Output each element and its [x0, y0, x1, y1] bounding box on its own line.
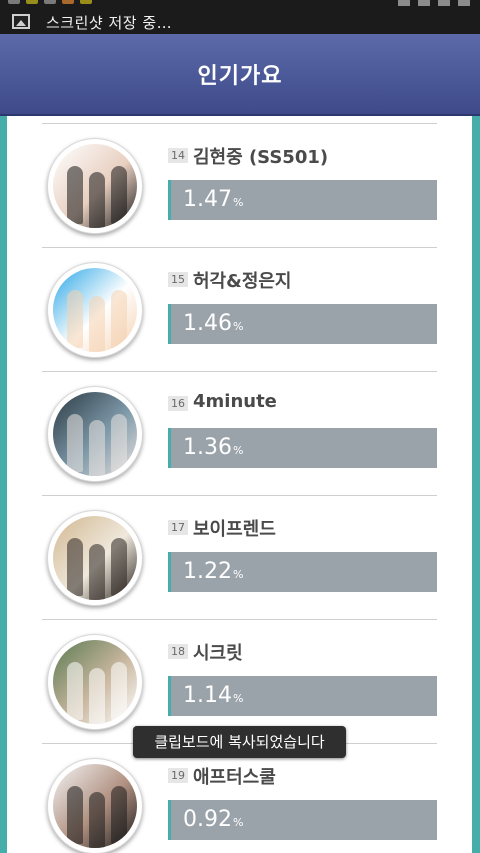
system-icon — [418, 0, 430, 6]
percent-unit: % — [232, 692, 244, 705]
photo-figure — [89, 296, 105, 352]
artist-photo-image — [53, 392, 137, 476]
screenshot-image-icon — [12, 14, 30, 29]
notification-icon — [8, 0, 20, 4]
photo-figure — [89, 544, 105, 600]
vote-share-bar: 1.46% — [168, 304, 437, 344]
vote-share-value: 0.92% — [183, 807, 243, 832]
photo-figure — [67, 662, 83, 720]
vote-share-bar: 1.22% — [168, 552, 437, 592]
percent-unit: % — [232, 568, 244, 581]
notification-icon — [80, 0, 92, 4]
row-divider — [42, 247, 437, 248]
vote-share-bar: 1.47% — [168, 180, 437, 220]
row-divider — [42, 619, 437, 620]
ranking-row[interactable]: 14 김현중 (SS501) 1.47% — [7, 116, 472, 240]
vote-share-value: 1.47% — [183, 187, 243, 212]
header-bar: 인기가요 — [0, 34, 480, 116]
photo-figure — [111, 662, 127, 720]
artist-name: 허각&정은지 — [193, 271, 292, 292]
artist-photo-image — [53, 268, 137, 352]
photo-figure — [67, 538, 83, 596]
row-divider — [42, 371, 437, 372]
artist-photo-image — [53, 144, 137, 228]
vote-share-value: 1.46% — [183, 311, 243, 336]
photo-figure — [67, 786, 83, 844]
photo-figure — [89, 172, 105, 228]
percent-number: 1.22 — [183, 559, 232, 584]
rank-number: 19 — [168, 768, 188, 783]
system-icons — [398, 0, 470, 6]
photo-figure — [111, 166, 127, 224]
row-divider — [42, 123, 437, 124]
artist-photo[interactable] — [47, 386, 143, 482]
rank-number: 17 — [168, 520, 188, 535]
ranking-row[interactable]: 17 보이프렌드 1.22% — [7, 488, 472, 612]
photo-figure — [67, 290, 83, 348]
percent-unit: % — [232, 816, 244, 829]
artist-photo[interactable] — [47, 262, 143, 358]
artist-photo-image — [53, 764, 137, 848]
system-icon — [398, 0, 410, 6]
photo-figure — [89, 668, 105, 724]
photo-figure — [89, 420, 105, 476]
system-icon — [438, 0, 450, 6]
percent-number: 1.46 — [183, 311, 232, 336]
ranking-row[interactable]: 18 시크릿 1.14% — [7, 612, 472, 736]
vote-share-value: 1.14% — [183, 683, 243, 708]
photo-figure — [67, 166, 83, 224]
notification-icon — [62, 0, 74, 4]
artist-photo-image — [53, 640, 137, 724]
artist-name: 김현중 (SS501) — [193, 147, 329, 168]
vote-share-bar: 0.92% — [168, 800, 437, 840]
percent-number: 1.36 — [183, 435, 232, 460]
percent-number: 0.92 — [183, 807, 232, 832]
photo-figure — [89, 792, 105, 848]
notification-text: 스크린샷 저장 중… — [46, 14, 173, 32]
photo-figure — [111, 786, 127, 844]
ranking-row[interactable]: 16 4minute 1.36% — [7, 364, 472, 488]
notification-icon — [26, 0, 38, 4]
percent-number: 1.47 — [183, 187, 232, 212]
rank-number: 18 — [168, 644, 188, 659]
artist-name: 보이프렌드 — [193, 519, 276, 540]
vote-share-value: 1.36% — [183, 435, 243, 460]
vote-share-value: 1.22% — [183, 559, 243, 584]
artist-photo-image — [53, 516, 137, 600]
percent-unit: % — [232, 196, 244, 209]
rank-number: 16 — [168, 396, 188, 411]
rank-number: 14 — [168, 148, 188, 163]
artist-name: 애프터스쿨 — [193, 767, 276, 788]
page-title: 인기가요 — [197, 64, 283, 89]
notification-icon — [44, 0, 56, 4]
row-divider — [42, 495, 437, 496]
notification-icons — [8, 0, 92, 6]
system-icon — [458, 0, 470, 6]
vote-share-bar: 1.14% — [168, 676, 437, 716]
artist-photo[interactable] — [47, 510, 143, 606]
artist-name: 시크릿 — [193, 643, 243, 664]
percent-unit: % — [232, 444, 244, 457]
vote-share-bar: 1.36% — [168, 428, 437, 468]
rank-number: 15 — [168, 272, 188, 287]
artist-photo[interactable] — [47, 634, 143, 730]
photo-figure — [111, 538, 127, 596]
percent-unit: % — [232, 320, 244, 333]
ranking-row[interactable]: 15 허각&정은지 1.46% — [7, 240, 472, 364]
percent-number: 1.14 — [183, 683, 232, 708]
status-bar: 스크린샷 저장 중… — [0, 0, 480, 34]
toast-message: 클립보드에 복사되었습니다 — [133, 726, 346, 758]
artist-name: 4minute — [193, 391, 277, 412]
photo-figure — [111, 290, 127, 348]
artist-photo[interactable] — [47, 138, 143, 234]
photo-figure — [67, 414, 83, 472]
artist-photo[interactable] — [47, 758, 143, 853]
photo-figure — [111, 414, 127, 472]
